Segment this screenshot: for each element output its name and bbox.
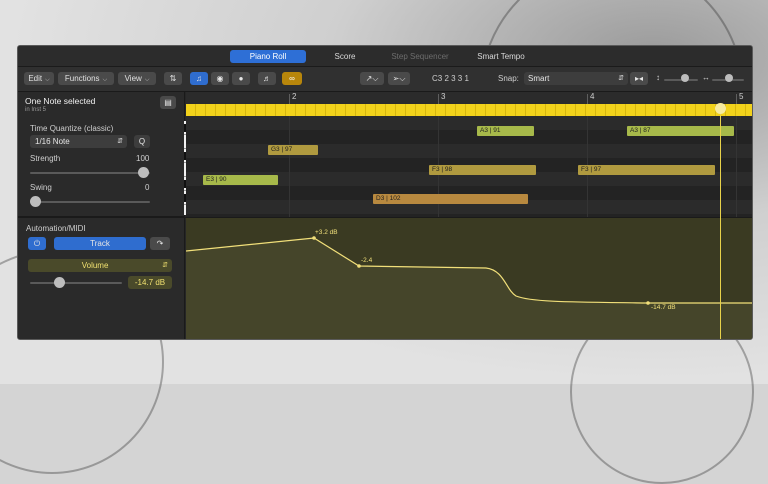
pointer-tool-icon[interactable]: ➢⌵ [388,72,410,85]
tab-step-sequencer[interactable]: Step Sequencer [384,50,456,63]
volume-slider[interactable] [30,282,122,284]
quantize-button[interactable]: Q [134,135,150,148]
automation-point-label: -2.4 [361,257,373,264]
inspector-panel: One Note selected in Inst 5 ▤ Time Quant… [18,92,185,339]
volume-knob[interactable] [54,277,65,288]
midi-note[interactable]: G3 | 97 [268,145,318,155]
time-quantize-label: Time Quantize (classic) [30,124,114,133]
tab-smart-tempo[interactable]: Smart Tempo [466,50,536,63]
playhead-handle[interactable] [715,103,726,114]
strength-knob[interactable] [138,167,149,178]
midi-note[interactable]: A3 | 87 [627,126,734,136]
functions-menu[interactable]: Functions ⌵ [58,72,114,85]
strength-label: Strength [30,154,61,163]
automation-point-label: -14.7 dB [651,304,676,311]
snap-label: Snap: [498,74,519,83]
link-icon[interactable]: ∞ [282,72,302,85]
bar-number: 4 [590,92,595,101]
automation-midi-label: Automation/MIDI [26,224,86,233]
swing-label: Swing [30,183,52,192]
editor-tab-bar: Piano Roll Score Step Sequencer Smart Te… [18,46,752,67]
selection-title: One Note selected [25,96,96,106]
bar-number: 3 [441,92,446,101]
share-arrow-icon[interactable]: ↷ [150,237,170,250]
tab-piano-roll[interactable]: Piano Roll [230,50,306,63]
strength-slider[interactable] [30,172,150,174]
bar-number: 5 [739,92,744,101]
bar-ruler[interactable]: 2 3 4 5 [186,92,752,104]
power-icon[interactable]: ⏻ [28,237,46,250]
midi-in-icon[interactable]: ♫ [190,72,208,85]
midi-note[interactable]: E3 | 90 [203,175,278,185]
midi-note[interactable]: F3 | 97 [578,165,715,175]
midi-note[interactable]: D3 | 102 [373,194,528,204]
automation-lane[interactable]: +3.2 dB -2.4 -14.7 dB [186,218,752,339]
swing-value: 0 [145,183,150,192]
updown-icon: ⇵ [162,262,168,269]
pitch-position-display: C3 2 3 3 1 [432,74,469,83]
midi-note[interactable]: A3 | 91 [477,126,534,136]
midi-out-icon[interactable]: ◉ [211,72,229,85]
automation-node[interactable] [312,236,316,240]
strength-value: 100 [136,154,150,163]
vertical-zoom-icon: ↕ [656,73,660,82]
left-click-tool-icon[interactable]: ↗⌵ [360,72,384,85]
automation-toggle-icon[interactable]: ● [232,72,250,85]
automation-point-label: +3.2 dB [315,229,338,236]
midi-note[interactable]: F3 | 98 [429,165,536,175]
piano-roll-toolbar: Edit ⌵ Functions ⌵ View ⌵ ⇅ ♫ ◉ ● ♬ ∞ ↗⌵ ➢⌵… [18,67,752,92]
automation-node[interactable] [646,301,650,305]
selection-subtitle: in Inst 5 [25,107,47,113]
track-button[interactable]: Track [54,237,146,250]
piano-roll-window: Piano Roll Score Step Sequencer Smart Te… [17,45,753,340]
cycle-region[interactable] [186,104,752,116]
vertical-zoom-knob[interactable] [681,74,689,82]
automation-curve[interactable] [186,218,752,339]
parameter-select[interactable]: Volume ⇵ [28,259,172,272]
chevron-down-icon: ⌵ [144,77,150,83]
catch-playhead-icon[interactable]: ⇅ [164,72,182,85]
updown-icon: ⇵ [117,138,123,145]
view-menu[interactable]: View ⌵ [118,72,156,85]
velocity-icon[interactable]: ♬ [258,72,276,85]
snap-select[interactable]: Smart ⇵ [524,72,628,85]
automation-node[interactable] [357,264,361,268]
inspector-toggle-icon[interactable]: ▤ [160,96,176,109]
snap-icon[interactable]: ▸◂ [630,72,648,85]
tab-score[interactable]: Score [318,50,372,63]
bar-number: 2 [292,92,297,101]
swing-knob[interactable] [30,196,41,207]
edit-menu[interactable]: Edit ⌵ [24,72,54,85]
volume-value-field[interactable]: -14.7 dB [128,276,172,289]
swing-slider[interactable] [30,201,150,203]
chevron-down-icon: ⌵ [45,77,50,83]
updown-icon: ⇵ [618,75,624,82]
horizontal-zoom-icon: ↔ [702,73,710,82]
quantize-select[interactable]: 1/16 Note ⇵ [30,135,127,148]
chevron-down-icon: ⌵ [102,77,108,83]
playhead[interactable] [720,104,721,339]
horizontal-zoom-knob[interactable] [725,74,733,82]
note-grid[interactable]: A3 | 91 A3 | 87 G3 | 97 F3 | 98 F3 | 97 … [186,116,752,217]
